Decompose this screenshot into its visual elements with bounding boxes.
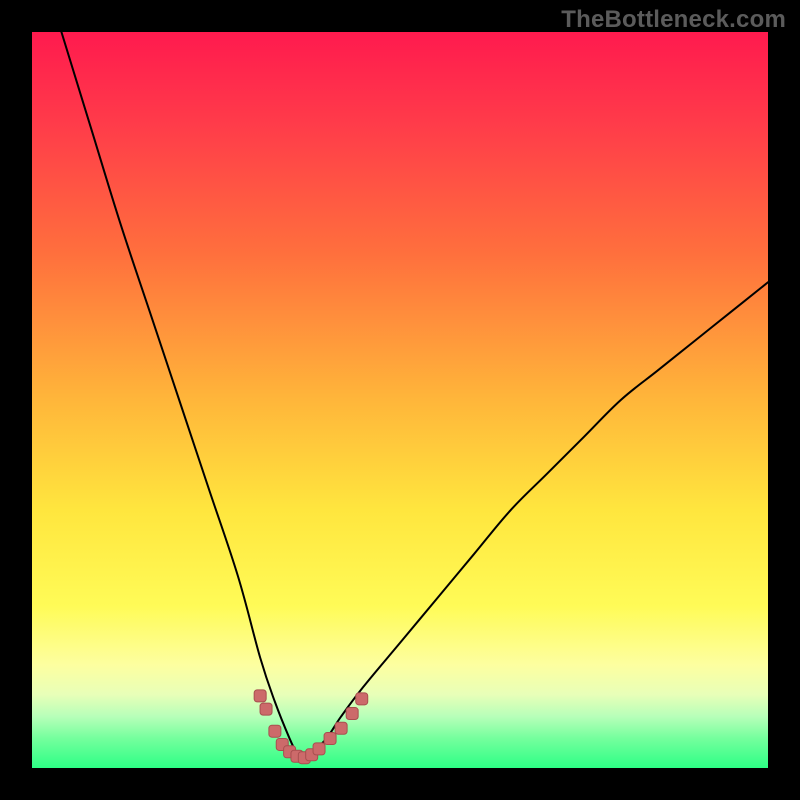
curve-marker [346,708,358,720]
curve-marker [260,703,272,715]
chart-frame: TheBottleneck.com [0,0,800,800]
curve-marker [269,725,281,737]
curve-marker [335,722,347,734]
chart-plot-area [32,32,768,768]
curve-marker [356,693,368,705]
curve-marker [324,733,336,745]
curve-marker [313,743,325,755]
watermark-text: TheBottleneck.com [561,6,786,34]
bottleneck-curve [61,32,768,761]
chart-svg [32,32,768,768]
curve-marker [254,690,266,702]
